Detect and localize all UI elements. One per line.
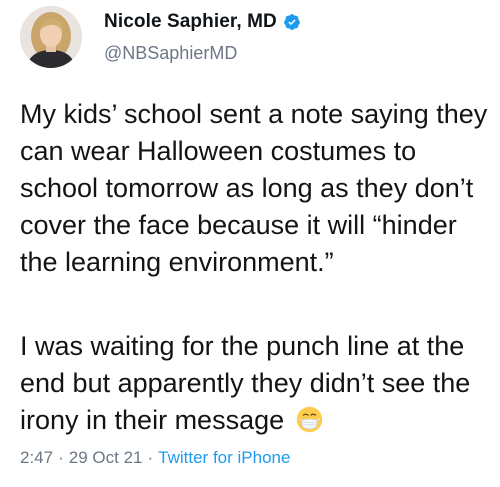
tweet-text-paragraph-2: I was waiting for the punch line at the … bbox=[20, 331, 471, 435]
tweet-meta: 2:47 · 29 Oct 21 · Twitter for iPhone bbox=[20, 448, 290, 468]
meta-separator: · bbox=[147, 448, 154, 467]
face-with-medical-mask-icon bbox=[296, 406, 323, 433]
meta-separator: · bbox=[58, 448, 64, 467]
tweet-time[interactable]: 2:47 bbox=[20, 448, 53, 468]
tweet-card: Nicole Saphier, MD @NBSaphierMD My kids’… bbox=[0, 0, 500, 487]
author-info: Nicole Saphier, MD @NBSaphierMD bbox=[104, 11, 301, 64]
tweet-date[interactable]: 29 Oct 21 bbox=[69, 448, 143, 468]
tweet-source-link[interactable]: Twitter for iPhone bbox=[158, 448, 290, 468]
name-row: Nicole Saphier, MD bbox=[104, 11, 301, 33]
verified-badge-icon bbox=[283, 13, 301, 31]
tweet-text-paragraph-2-container: I was waiting for the punch line at the … bbox=[20, 328, 490, 439]
author-handle[interactable]: @NBSaphierMD bbox=[104, 43, 301, 64]
tweet-header: Nicole Saphier, MD @NBSaphierMD bbox=[20, 6, 301, 68]
avatar-image bbox=[20, 6, 82, 68]
tweet-text-paragraph-1: My kids’ school sent a note saying they … bbox=[20, 99, 488, 277]
avatar[interactable] bbox=[20, 6, 82, 68]
author-name[interactable]: Nicole Saphier, MD bbox=[104, 11, 277, 33]
